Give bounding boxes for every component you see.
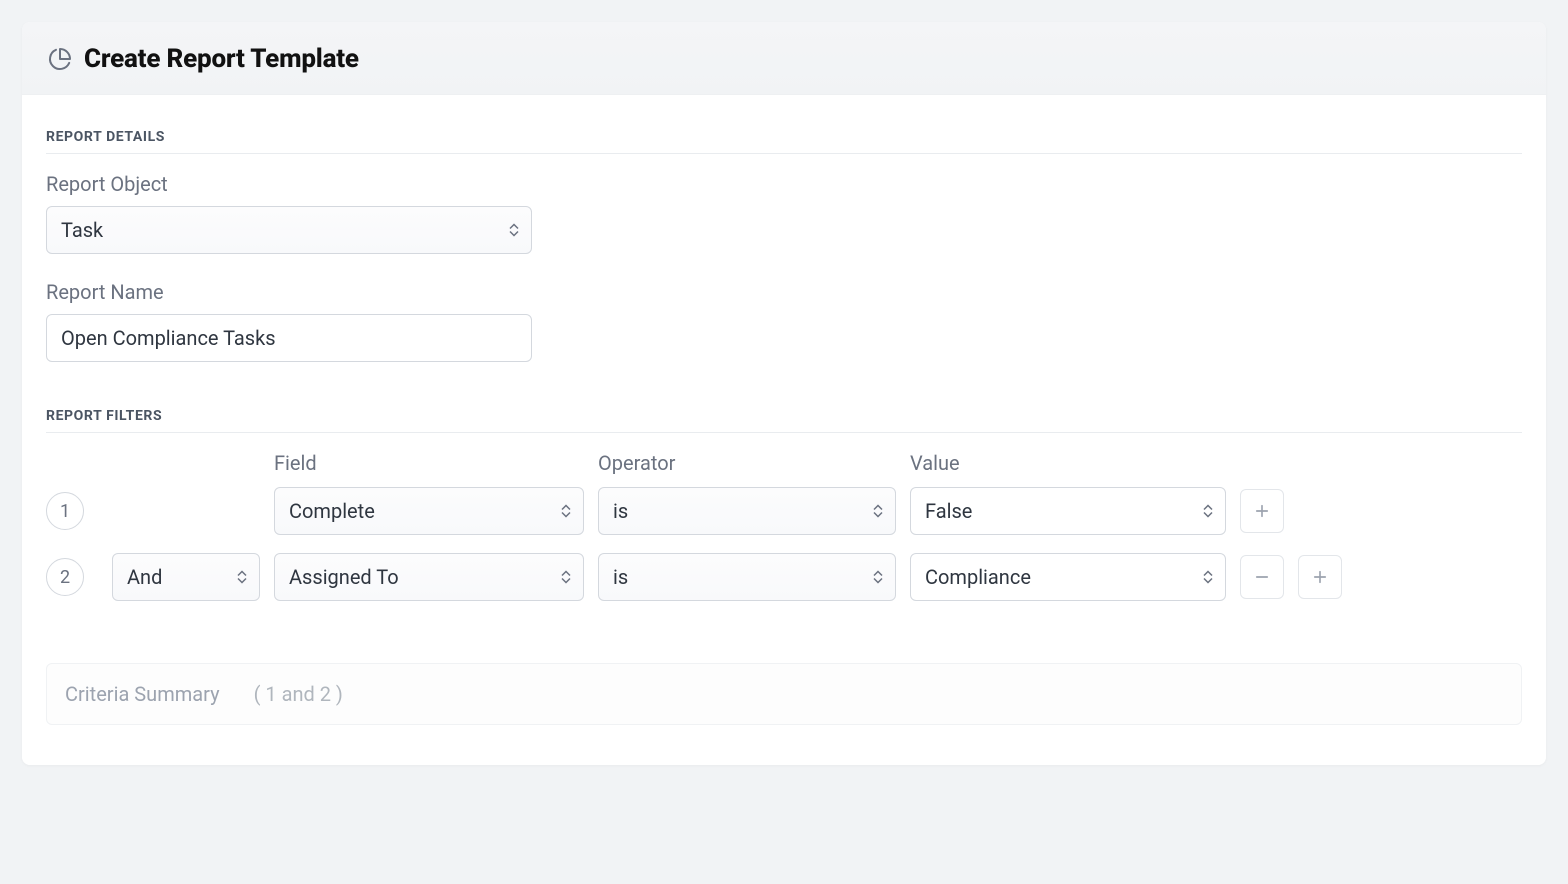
page-title: Create Report Template (84, 44, 359, 74)
report-name-value: Open Compliance Tasks (61, 326, 276, 350)
add-filter-button[interactable] (1240, 489, 1284, 533)
add-filter-button[interactable] (1298, 555, 1342, 599)
updown-icon (1203, 505, 1213, 518)
col-header-operator: Operator (598, 451, 896, 475)
filter-field-value: Complete (289, 499, 375, 523)
updown-icon (873, 505, 883, 518)
report-object-value: Task (61, 218, 103, 242)
filter-value-input[interactable]: Compliance (910, 553, 1226, 601)
criteria-summary-value: ( 1 and 2 ) (254, 682, 343, 706)
filter-operator-select[interactable]: is (598, 487, 896, 535)
filter-operator-value: is (613, 565, 628, 589)
filter-row-num: 2 (46, 558, 84, 596)
filter-operator-select[interactable]: is (598, 553, 896, 601)
panel-header: Create Report Template (22, 22, 1546, 95)
col-header-value: Value (910, 451, 1226, 475)
updown-icon (561, 505, 571, 518)
remove-filter-button[interactable] (1240, 555, 1284, 599)
field-group-report-object: Report Object Task (46, 172, 1522, 254)
criteria-summary-label: Criteria Summary (65, 682, 220, 706)
report-object-select[interactable]: Task (46, 206, 532, 254)
updown-icon (873, 571, 883, 584)
filter-value-input[interactable]: False (910, 487, 1226, 535)
filter-logic-value: And (127, 565, 162, 589)
report-name-input[interactable]: Open Compliance Tasks (46, 314, 532, 362)
updown-icon (1203, 571, 1213, 584)
create-report-panel: Create Report Template REPORT DETAILS Re… (22, 22, 1546, 765)
report-name-label: Report Name (46, 280, 1522, 304)
filter-field-select[interactable]: Assigned To (274, 553, 584, 601)
filter-operator-value: is (613, 499, 628, 523)
updown-icon (237, 571, 247, 584)
filter-value-text: False (925, 499, 972, 523)
filters-grid: Field Operator Value 1 Complete (46, 451, 1522, 619)
filter-logic-select[interactable]: And (112, 553, 260, 601)
filter-field-value: Assigned To (289, 565, 399, 589)
updown-icon (561, 571, 571, 584)
filter-row-num: 1 (46, 492, 84, 530)
field-group-report-name: Report Name Open Compliance Tasks (46, 280, 1522, 362)
section-label-filters: REPORT FILTERS (46, 408, 1522, 433)
pie-chart-icon (48, 47, 72, 71)
report-object-label: Report Object (46, 172, 1522, 196)
panel-body: REPORT DETAILS Report Object Task Report… (22, 95, 1546, 765)
criteria-summary-row: Criteria Summary ( 1 and 2 ) (46, 663, 1522, 725)
filter-value-text: Compliance (925, 565, 1031, 589)
col-header-field: Field (274, 451, 584, 475)
filters-section: REPORT FILTERS Field Operator Value 1 Co… (46, 408, 1522, 725)
section-label-details: REPORT DETAILS (46, 129, 1522, 154)
updown-icon (509, 224, 519, 237)
filter-field-select[interactable]: Complete (274, 487, 584, 535)
